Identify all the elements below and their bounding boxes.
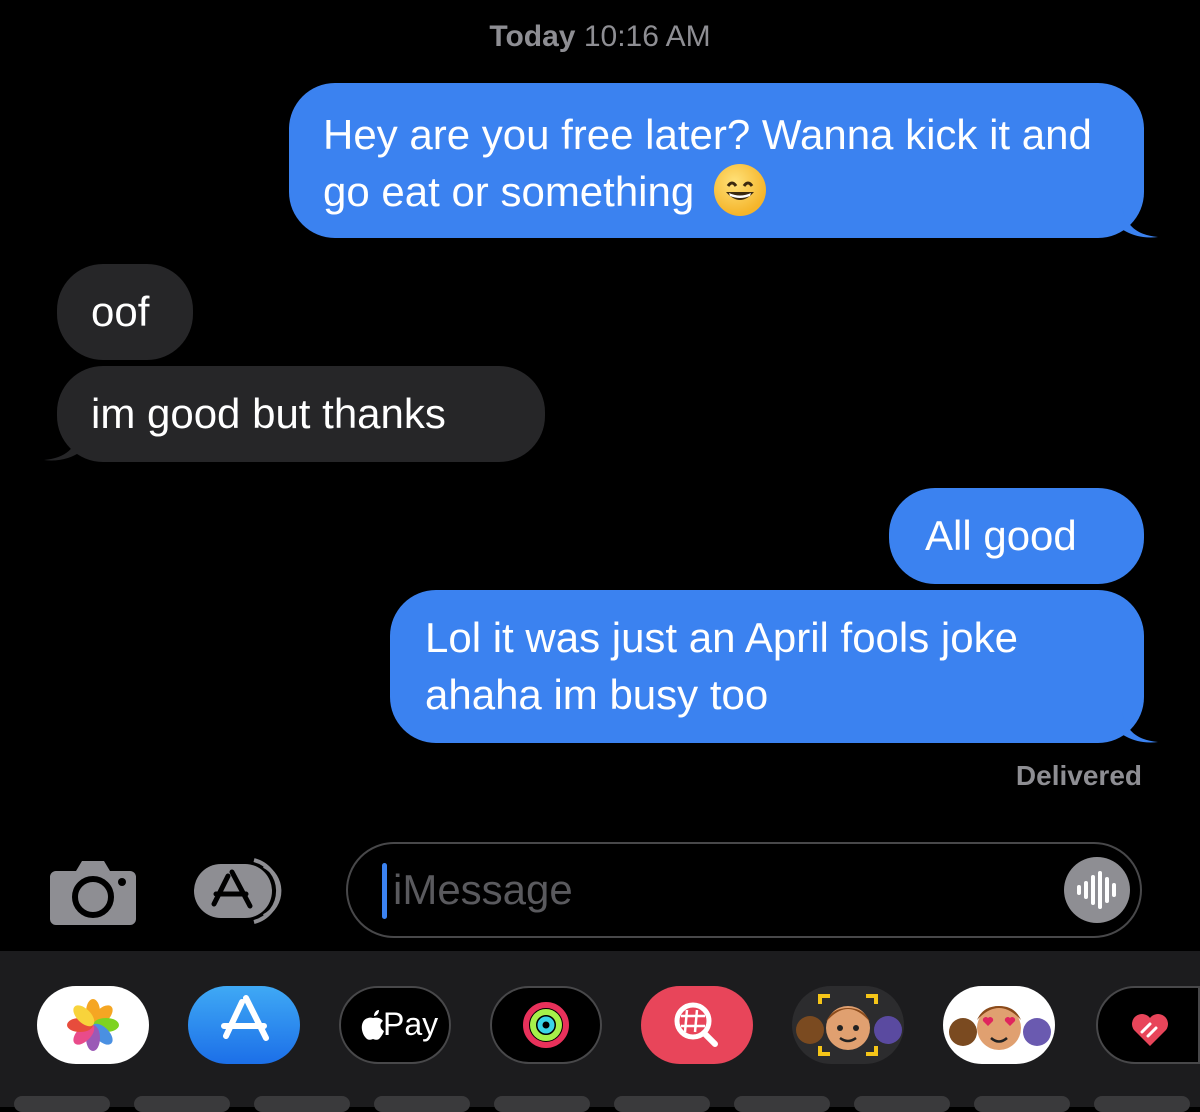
- apple-pay-icon[interactable]: Pay: [339, 986, 451, 1064]
- received-message-bubble[interactable]: oof: [57, 264, 193, 360]
- grinning-face-emoji-icon: [713, 164, 766, 216]
- page-dot: [494, 1096, 590, 1112]
- app-store-icon[interactable]: [188, 986, 300, 1064]
- digital-touch-icon[interactable]: [1096, 986, 1200, 1064]
- page-dot: [854, 1096, 950, 1112]
- message-input-field[interactable]: iMessage: [346, 842, 1142, 938]
- memoji-camera-icon[interactable]: [792, 986, 904, 1064]
- timestamp-time: 10:16 AM: [583, 20, 711, 53]
- page-dot: [134, 1096, 230, 1112]
- sent-message-bubble[interactable]: Hey are you free later? Wanna kick it an…: [289, 83, 1144, 238]
- page-dot: [974, 1096, 1070, 1112]
- waveform-icon[interactable]: [1064, 857, 1130, 923]
- message-text: Lol it was just an April fools joke ahah…: [425, 614, 1018, 718]
- message-input-placeholder: iMessage: [393, 866, 573, 913]
- message-text: Hey are you free later? Wanna kick it an…: [323, 111, 1092, 215]
- sent-message-bubble[interactable]: All good: [889, 488, 1144, 584]
- delivered-status: Delivered: [1015, 760, 1142, 791]
- app-drawer: Pay: [0, 951, 1200, 1107]
- message-text: oof: [91, 288, 150, 335]
- message-text: All good: [925, 512, 1077, 559]
- message-timestamp: Today 10:16 AM: [0, 20, 1200, 54]
- bubble-tail: [1122, 712, 1158, 743]
- timestamp-day: Today: [489, 20, 576, 53]
- received-message-bubble[interactable]: im good but thanks: [57, 366, 545, 462]
- sent-message-bubble[interactable]: Lol it was just an April fools joke ahah…: [390, 590, 1144, 743]
- image-search-icon[interactable]: [641, 986, 753, 1064]
- bubble-tail: [44, 430, 80, 461]
- page-dot: [734, 1096, 830, 1112]
- page-dot: [614, 1096, 710, 1112]
- camera-icon[interactable]: [50, 855, 136, 925]
- page-dot: [374, 1096, 470, 1112]
- page-dot: [1094, 1096, 1190, 1112]
- photos-icon[interactable]: [37, 986, 149, 1064]
- page-dot: [14, 1096, 110, 1112]
- activity-rings-icon[interactable]: [490, 986, 602, 1064]
- apple-pay-label: Pay: [383, 1006, 439, 1042]
- app-store-icon[interactable]: [192, 856, 298, 926]
- memoji-stickers-icon[interactable]: [943, 986, 1055, 1064]
- bubble-tail: [1122, 207, 1158, 238]
- text-cursor: [382, 863, 387, 919]
- message-text: im good but thanks: [91, 390, 446, 437]
- page-dot: [254, 1096, 350, 1112]
